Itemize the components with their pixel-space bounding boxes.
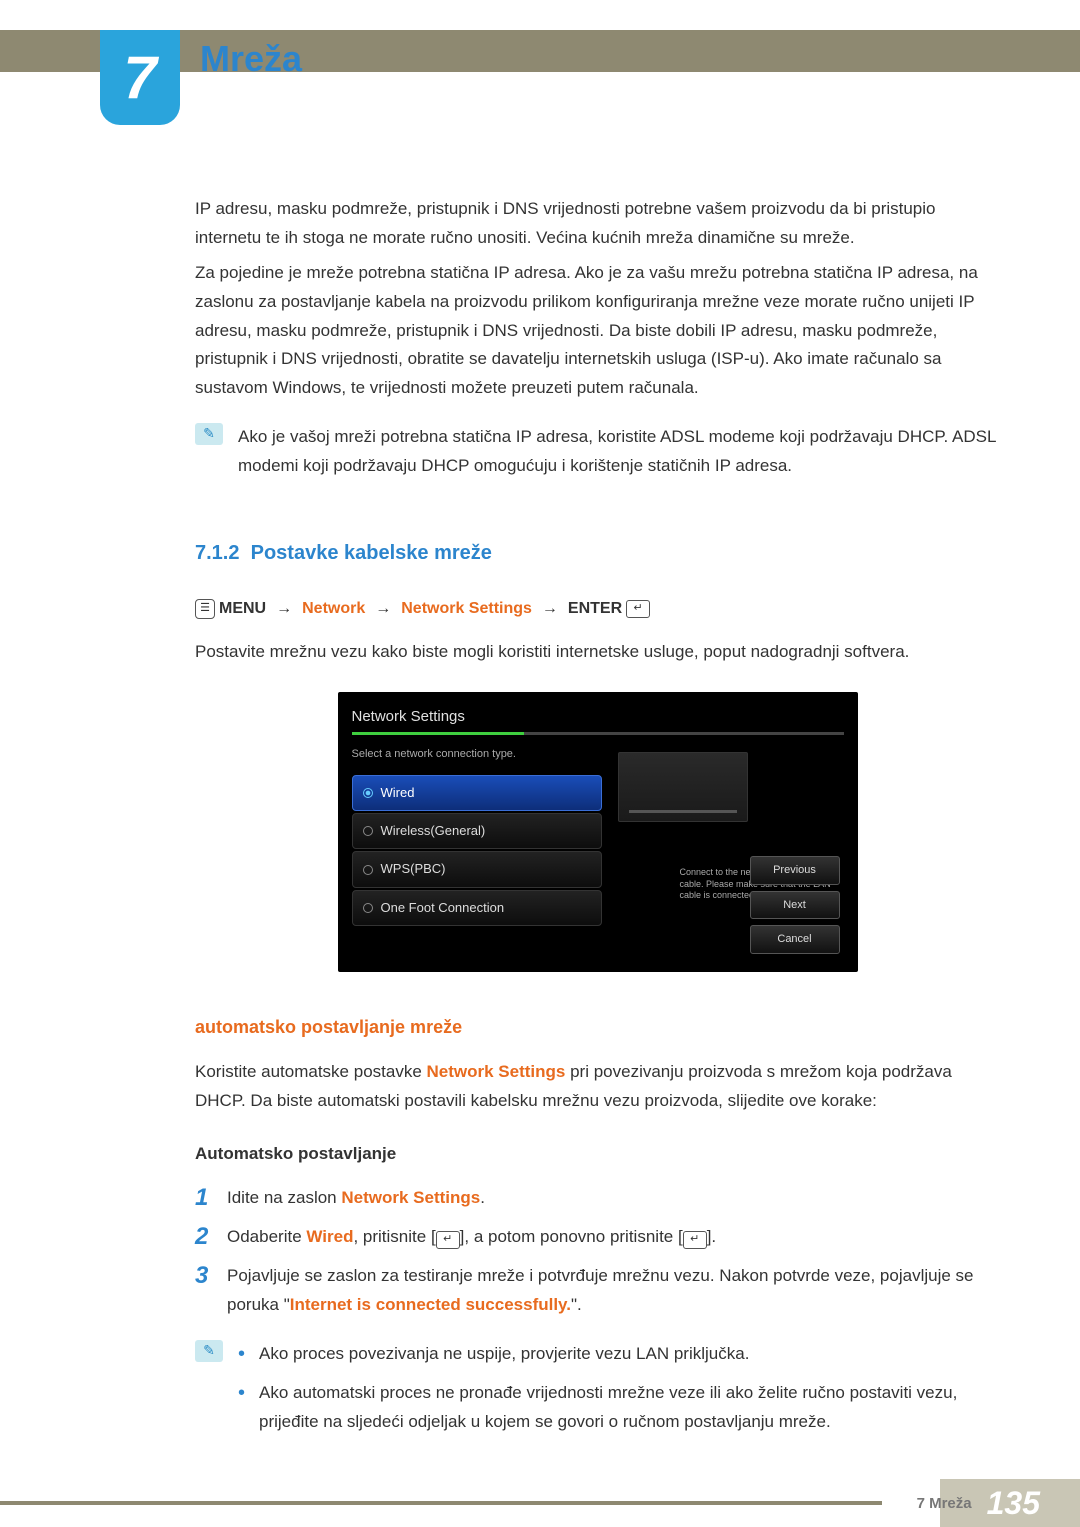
bullet-item: • Ako proces povezivanja ne uspije, prov… (238, 1340, 1000, 1369)
ss-option-wireless[interactable]: Wireless(General) (352, 813, 602, 849)
menu-path: ☰ MENU → Network → Network Settings → EN… (195, 595, 1000, 622)
path-network: Network (302, 595, 365, 622)
radio-icon (363, 826, 373, 836)
arrow-icon: → (276, 595, 292, 622)
bullet-icon: • (238, 1340, 245, 1369)
step-text: Odaberite Wired, pritisnite [↵], a potom… (227, 1223, 1000, 1252)
ss-option-label: WPS(PBC) (381, 858, 446, 880)
bullet-icon: • (238, 1379, 245, 1437)
radio-icon (363, 788, 373, 798)
text: Koristite automatske postavke (195, 1062, 427, 1081)
ss-button-group: Previous Next Cancel (750, 856, 840, 954)
intro-p2: Za pojedine je mreže potrebna statična I… (195, 259, 1000, 403)
enter-icon: ↵ (436, 1231, 460, 1249)
ss-underline (352, 732, 844, 735)
arrow-icon: → (375, 595, 391, 622)
step-number: 3 (195, 1262, 215, 1291)
step-3: 3 Pojavljuje se zaslon za testiranje mre… (195, 1262, 1000, 1320)
ss-illustration (618, 752, 748, 822)
enter-icon: ↵ (626, 600, 650, 618)
auto-title: automatsko postavljanje mreže (195, 1012, 1000, 1043)
auto-desc: Koristite automatske postavke Network Se… (195, 1058, 1000, 1116)
footer-label: 7 Mreža (917, 1495, 972, 1512)
intro-p1: IP adresu, masku podmreže, pristupnik i … (195, 195, 1000, 253)
footer-rule (0, 1501, 882, 1505)
bullet-item: • Ako automatski proces ne pronađe vrije… (238, 1379, 1000, 1437)
step-number: 2 (195, 1223, 215, 1252)
bullet-text: Ako proces povezivanja ne uspije, provje… (259, 1340, 749, 1369)
bullet-list: • Ako proces povezivanja ne uspije, prov… (238, 1340, 1000, 1447)
highlight: Network Settings (341, 1188, 480, 1207)
bullet-text: Ako automatski proces ne pronađe vrijedn… (259, 1379, 1000, 1437)
note-block-2: ✎ • Ako proces povezivanja ne uspije, pr… (195, 1340, 1000, 1447)
page-footer: 7 Mreža 135 (0, 1479, 1080, 1527)
ss-option-wps[interactable]: WPS(PBC) (352, 851, 602, 887)
text: . (480, 1188, 485, 1207)
highlight: Wired (306, 1227, 353, 1246)
text: Idite na zaslon (227, 1188, 341, 1207)
arrow-icon: → (542, 595, 558, 622)
path-network-settings: Network Settings (401, 595, 532, 622)
page-number: 135 (987, 1485, 1040, 1522)
text: ". (571, 1295, 582, 1314)
step-number: 1 (195, 1184, 215, 1213)
note-block: ✎ Ako je vašoj mreži potrebna statična I… (195, 423, 1000, 481)
ss-option-label: Wireless(General) (381, 820, 486, 842)
section-desc: Postavite mrežnu vezu kako biste mogli k… (195, 638, 1000, 667)
note-icon: ✎ (195, 1340, 223, 1362)
step-text: Idite na zaslon Network Settings. (227, 1184, 1000, 1213)
chapter-title: Mreža (200, 38, 302, 80)
text: Odaberite (227, 1227, 306, 1246)
ss-option-label: Wired (381, 782, 415, 804)
radio-icon (363, 865, 373, 875)
ss-title: Network Settings (352, 704, 844, 730)
chapter-badge: 7 (100, 30, 180, 125)
menu-label: MENU (219, 595, 266, 622)
page-content: IP adresu, masku podmreže, pristupnik i … (195, 195, 1000, 1447)
auto-sub: Automatsko postavljanje (195, 1140, 1000, 1169)
ui-screenshot: Network Settings Select a network connec… (338, 692, 858, 972)
text: , pritisnite [ (353, 1227, 435, 1246)
ss-option-list: Wired Wireless(General) WPS(PBC) One Foo… (352, 775, 602, 925)
ss-option-wired[interactable]: Wired (352, 775, 602, 811)
ss-option-onefoot[interactable]: One Foot Connection (352, 890, 602, 926)
cancel-button[interactable]: Cancel (750, 925, 840, 954)
step-2: 2 Odaberite Wired, pritisnite [↵], a pot… (195, 1223, 1000, 1252)
section-title-text: Postavke kabelske mreže (251, 542, 492, 564)
enter-label: ENTER (568, 595, 622, 622)
highlight: Network Settings (427, 1062, 566, 1081)
menu-icon: ☰ (195, 599, 215, 619)
next-button[interactable]: Next (750, 891, 840, 920)
step-1: 1 Idite na zaslon Network Settings. (195, 1184, 1000, 1213)
highlight: Internet is connected successfully. (290, 1295, 571, 1314)
previous-button[interactable]: Previous (750, 856, 840, 885)
text: ]. (707, 1227, 716, 1246)
enter-icon: ↵ (683, 1231, 707, 1249)
ss-option-label: One Foot Connection (381, 897, 505, 919)
radio-icon (363, 903, 373, 913)
ss-subtitle: Select a network connection type. (352, 745, 844, 764)
section-num: 7.1.2 (195, 542, 239, 564)
section-heading: 7.1.2 Postavke kabelske mreže (195, 536, 1000, 570)
step-text: Pojavljuje se zaslon za testiranje mreže… (227, 1262, 1000, 1320)
note-icon: ✎ (195, 423, 223, 445)
text: ], a potom ponovno pritisnite [ (460, 1227, 683, 1246)
note-text: Ako je vašoj mreži potrebna statična IP … (238, 423, 1000, 481)
